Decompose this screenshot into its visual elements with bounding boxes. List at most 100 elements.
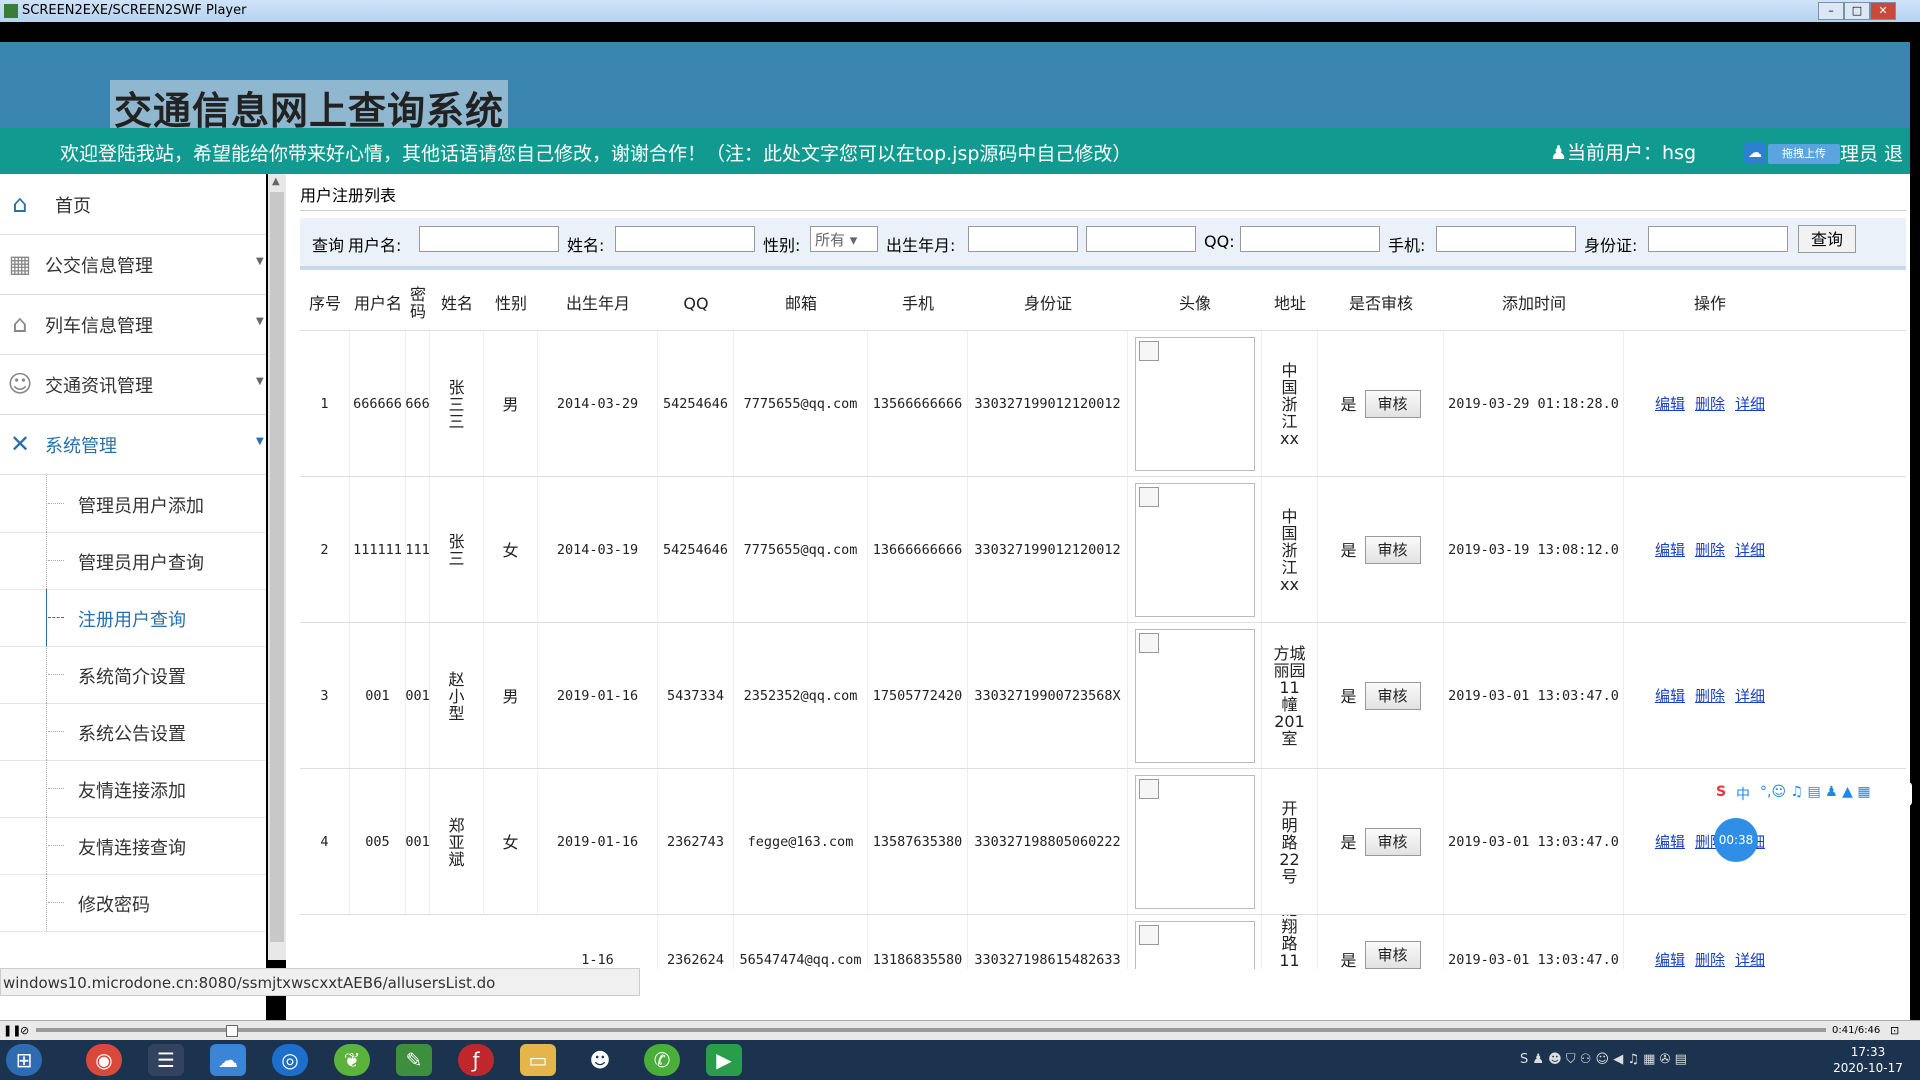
cell-username: 111111 bbox=[350, 477, 406, 623]
audit-button[interactable]: 审核 bbox=[1364, 390, 1421, 418]
username-input[interactable] bbox=[419, 226, 559, 252]
avatar bbox=[1134, 629, 1255, 763]
cell-email: 7775655@qq.com bbox=[734, 331, 868, 477]
folder-icon[interactable]: ▭ bbox=[520, 1044, 556, 1076]
leaf-icon[interactable]: ❦ bbox=[334, 1044, 370, 1076]
cell-address: 龙翔路11 bbox=[1262, 915, 1318, 969]
name-input[interactable] bbox=[615, 226, 755, 252]
cell-password: 001 bbox=[405, 623, 430, 769]
audit-button[interactable]: 审核 bbox=[1364, 682, 1421, 710]
detail-link[interactable]: 详细 bbox=[1735, 395, 1765, 413]
recording-timer[interactable]: 00:38 bbox=[1714, 818, 1758, 862]
pause-icon[interactable]: ❚❚ bbox=[3, 1024, 21, 1037]
sidebar-item-bus[interactable]: ▦ 公交信息管理 ▼ bbox=[0, 234, 266, 295]
flash-icon[interactable]: ƒ bbox=[458, 1044, 494, 1076]
scroll-thumb[interactable] bbox=[270, 192, 284, 942]
sidebar-sub-admin-query[interactable]: 管理员用户查询 bbox=[0, 532, 266, 590]
sidebar-item-system[interactable]: ✕ 系统管理 ▼ bbox=[0, 414, 266, 475]
delete-link[interactable]: 删除 bbox=[1695, 395, 1725, 413]
cell-phone: 17505772420 bbox=[868, 623, 968, 769]
progress-knob[interactable] bbox=[226, 1025, 238, 1037]
cloud-icon[interactable]: ☁ bbox=[1744, 142, 1766, 164]
edit-link[interactable]: 编辑 bbox=[1655, 687, 1685, 705]
qq-input[interactable] bbox=[1240, 226, 1380, 252]
close-button[interactable]: ✕ bbox=[1870, 2, 1896, 20]
cell-actions: 编辑删除详细 bbox=[1624, 477, 1796, 623]
birth-start-input[interactable] bbox=[968, 226, 1078, 252]
app-icon[interactable]: ☰ bbox=[148, 1044, 184, 1076]
avatar bbox=[1134, 337, 1255, 471]
audit-button[interactable]: 审核 bbox=[1364, 828, 1421, 856]
black-strip bbox=[0, 22, 1920, 42]
progress-track[interactable] bbox=[36, 1025, 1826, 1037]
delete-link[interactable]: 删除 bbox=[1695, 952, 1725, 969]
sidebar-scrollbar[interactable]: ▲ bbox=[268, 174, 286, 960]
sidebar-sub-link-query[interactable]: 友情连接查询 bbox=[0, 817, 266, 875]
cell-avatar bbox=[1128, 477, 1262, 623]
tray-icons[interactable]: S ♟ ☻ ⛉ ⚇ ☺ ◀ ♫ ▦ ✇ ▤ bbox=[1520, 1052, 1687, 1067]
cell-address: 中国浙江xx bbox=[1262, 477, 1318, 623]
sidebar-item-train[interactable]: ⌂ 列车信息管理 ▼ bbox=[0, 294, 266, 355]
cell-qq: 54254646 bbox=[658, 331, 734, 477]
scroll-up-icon[interactable]: ▲ bbox=[272, 176, 280, 187]
col-header: 序号 bbox=[308, 293, 341, 313]
col-header: 是否审核 bbox=[1348, 293, 1413, 313]
detail-link[interactable]: 详细 bbox=[1735, 687, 1765, 705]
cell-phone: 13666666666 bbox=[868, 477, 968, 623]
wechat-icon[interactable]: ✆ bbox=[644, 1044, 680, 1076]
notepad-icon[interactable]: ✎ bbox=[396, 1044, 432, 1076]
edit-link[interactable]: 编辑 bbox=[1655, 952, 1685, 969]
player-icon[interactable]: ▶ bbox=[706, 1044, 742, 1076]
start-icon[interactable]: ⊞ bbox=[6, 1044, 42, 1076]
sidebar-item-news[interactable]: ☺ 交通资讯管理 ▼ bbox=[0, 354, 266, 415]
browser-icon[interactable]: ◎ bbox=[272, 1044, 308, 1076]
sidebar-sub-label: 注册用户查询 bbox=[78, 610, 186, 631]
fullscreen-icon[interactable]: ⊡ bbox=[1890, 1024, 1899, 1037]
search-button[interactable]: 查询 bbox=[1798, 225, 1856, 253]
search-bar: 查询 用户名: 姓名: 性别: 所有 ▾ 出生年月: QQ: 手机: 身份证: … bbox=[300, 218, 1906, 270]
idcard-input[interactable] bbox=[1648, 226, 1788, 252]
cell-qq: 54254646 bbox=[658, 477, 734, 623]
gender-select[interactable]: 所有 ▾ bbox=[810, 226, 878, 252]
qq-icon[interactable]: ☻ bbox=[582, 1044, 618, 1076]
sidebar-sub-intro[interactable]: 系统简介设置 bbox=[0, 646, 266, 704]
delete-link[interactable]: 删除 bbox=[1695, 687, 1725, 705]
cell-address: 中国浙江xx bbox=[1262, 331, 1318, 477]
edit-link[interactable]: 编辑 bbox=[1655, 833, 1685, 851]
cell-idcard: 330327198615482633 bbox=[968, 915, 1128, 969]
table-row: 1 666666 666 张三三 男 2014-03-29 54254646 7… bbox=[300, 330, 1906, 477]
stop-icon[interactable]: ⊘ bbox=[20, 1024, 29, 1037]
sidebar-sub-label: 修改密码 bbox=[78, 895, 150, 916]
logout-link[interactable]: 理员 退 bbox=[1840, 139, 1903, 166]
minimize-button[interactable]: – bbox=[1818, 2, 1844, 20]
upload-button[interactable]: 拖拽上传 bbox=[1768, 144, 1840, 164]
chrome-icon[interactable]: ◉ bbox=[86, 1044, 122, 1076]
cell-audit: 是审核 bbox=[1318, 623, 1444, 769]
cell-no: 2 bbox=[300, 477, 350, 623]
cell-qq: 2362743 bbox=[658, 769, 734, 915]
cell-address: 方城丽园11幢201室 bbox=[1262, 623, 1318, 769]
baidu-cloud-icon[interactable]: ☁ bbox=[210, 1044, 246, 1076]
sidebar-sub-link-add[interactable]: 友情连接添加 bbox=[0, 760, 266, 818]
edit-link[interactable]: 编辑 bbox=[1655, 395, 1685, 413]
sidebar-sub-user-query[interactable]: 注册用户查询 bbox=[0, 589, 266, 647]
detail-link[interactable]: 详细 bbox=[1735, 541, 1765, 559]
maximize-button[interactable]: □ bbox=[1844, 2, 1870, 20]
ime-toolbar[interactable]: S 中 °,☺ ♫ ▤ ♟ ▲ ▦ bbox=[1712, 782, 1912, 806]
sidebar-sub-password[interactable]: 修改密码 bbox=[0, 874, 266, 932]
phone-input[interactable] bbox=[1436, 226, 1576, 252]
sidebar-item-home[interactable]: ⌂ 首页 bbox=[0, 174, 266, 235]
birth-end-input[interactable] bbox=[1086, 226, 1196, 252]
sidebar-sub-notice[interactable]: 系统公告设置 bbox=[0, 703, 266, 761]
audit-button[interactable]: 审核 bbox=[1364, 536, 1421, 564]
col-header: 身份证 bbox=[1023, 293, 1072, 313]
edit-link[interactable]: 编辑 bbox=[1655, 541, 1685, 559]
col-header: 邮箱 bbox=[784, 293, 817, 313]
audit-button[interactable]: 审核 bbox=[1364, 941, 1421, 969]
audit-status: 是 bbox=[1340, 951, 1357, 969]
clock[interactable]: 17:33 2020-10-17 bbox=[1822, 1044, 1914, 1076]
detail-link[interactable]: 详细 bbox=[1735, 952, 1765, 969]
delete-link[interactable]: 删除 bbox=[1695, 541, 1725, 559]
sidebar-sub-admin-add[interactable]: 管理员用户添加 bbox=[0, 475, 266, 533]
sidebar-item-label: 首页 bbox=[55, 196, 91, 217]
